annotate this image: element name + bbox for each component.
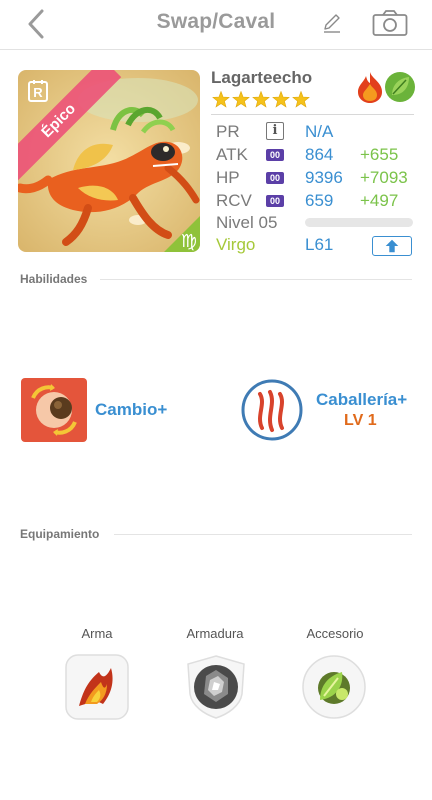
equip-label-armor: Armadura: [186, 626, 244, 641]
equipment-section-divider: [114, 534, 412, 535]
fire-weapon-icon[interactable]: [65, 654, 129, 720]
star-rating: [212, 91, 310, 108]
stat-plus-atk: +655: [360, 145, 399, 164]
stat-value-atk: 864: [305, 145, 334, 164]
equip-label-weapon: Arma: [81, 626, 113, 641]
rarity-r-icon: R: [28, 80, 48, 102]
level-cap: L61: [305, 235, 334, 254]
info-icon[interactable]: i: [266, 122, 284, 140]
stat-label-hp: HP: [216, 168, 240, 187]
zodiac-sign: Virgo: [216, 235, 256, 254]
leader-skill-label[interactable]: Caballería+: [316, 390, 407, 410]
stat-value-rcv: 659: [305, 191, 334, 210]
stat-label-rcv: RCV: [216, 191, 252, 210]
stat-value-pr: N/A: [305, 122, 334, 141]
stat-plus-hp: +7093: [360, 168, 408, 187]
leaf-element-icon: [385, 72, 415, 102]
monster-portrait[interactable]: R Épico ♍: [18, 70, 200, 252]
star-icon: [232, 91, 250, 108]
stat-value-hp: 9396: [305, 168, 343, 187]
stat-badge-hp: 00: [266, 172, 284, 184]
star-icon: [212, 91, 230, 108]
camera-icon[interactable]: [372, 9, 408, 37]
swap-seed-icon[interactable]: [21, 378, 87, 442]
level-progress-bar: [305, 218, 413, 227]
stat-label-atk: ATK: [216, 145, 248, 164]
stats-divider: [211, 114, 414, 115]
stone-armor-icon[interactable]: [184, 654, 248, 720]
skills-section-title: Habilidades: [20, 272, 88, 286]
star-icon: [252, 91, 270, 108]
stat-label-pr: PR: [216, 122, 240, 141]
equip-label-accessory: Accesorio: [306, 626, 364, 641]
top-bar: Swap/Caval: [0, 0, 432, 50]
level-label: Nivel 05: [216, 213, 278, 232]
pencil-edit-icon[interactable]: [320, 11, 344, 35]
svg-text:♍: ♍: [181, 231, 197, 252]
svg-text:R: R: [33, 85, 43, 100]
leaf-accessory-icon[interactable]: [302, 654, 366, 720]
star-icon: [292, 91, 310, 108]
equipment-section-title: Equipamiento: [20, 527, 100, 541]
active-skill-label[interactable]: Cambio+: [95, 400, 167, 420]
leader-skill-level: LV 1: [344, 412, 377, 429]
page-title: Swap/Caval: [156, 10, 276, 33]
skills-section-divider: [100, 279, 412, 280]
monster-name: Lagarteecho: [211, 68, 313, 87]
star-icon: [272, 91, 290, 108]
stat-plus-rcv: +497: [360, 191, 399, 210]
fire-element-icon: [358, 72, 382, 103]
claw-marks-icon[interactable]: [240, 378, 304, 442]
stat-badge-atk: 00: [266, 149, 284, 161]
virgo-sign-icon: ♍: [164, 216, 200, 252]
level-up-button[interactable]: [372, 236, 412, 256]
stat-badge-rcv: 00: [266, 195, 284, 207]
